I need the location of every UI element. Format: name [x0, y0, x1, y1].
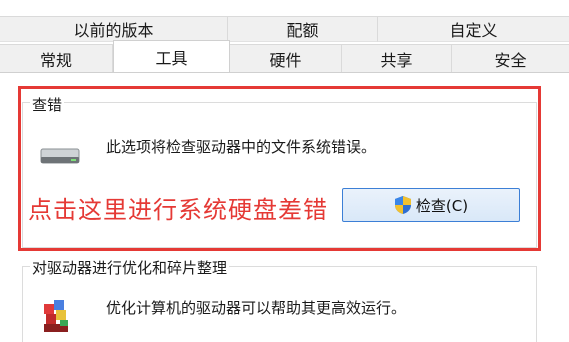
tab-row-bottom: 常规 工具 硬件 共享 安全 [0, 40, 569, 72]
defrag-icon [44, 300, 68, 332]
optimize-title: 对驱动器进行优化和碎片整理 [30, 257, 230, 278]
tab-sharing[interactable]: 共享 [342, 44, 452, 72]
tab-security[interactable]: 安全 [452, 44, 569, 72]
tab-general[interactable]: 常规 [0, 44, 113, 72]
tab-row-top: 以前的版本 配额 自定义 [0, 16, 569, 42]
tab-hardware[interactable]: 硬件 [230, 44, 342, 72]
tab-customize[interactable]: 自定义 [378, 16, 569, 42]
tab-tools[interactable]: 工具 [113, 40, 230, 72]
tab-previous-versions[interactable]: 以前的版本 [0, 16, 228, 42]
highlight-frame [18, 86, 541, 251]
tab-quota[interactable]: 配额 [228, 16, 378, 42]
optimize-description: 优化计算机的驱动器可以帮助其更高效运行。 [106, 299, 407, 317]
